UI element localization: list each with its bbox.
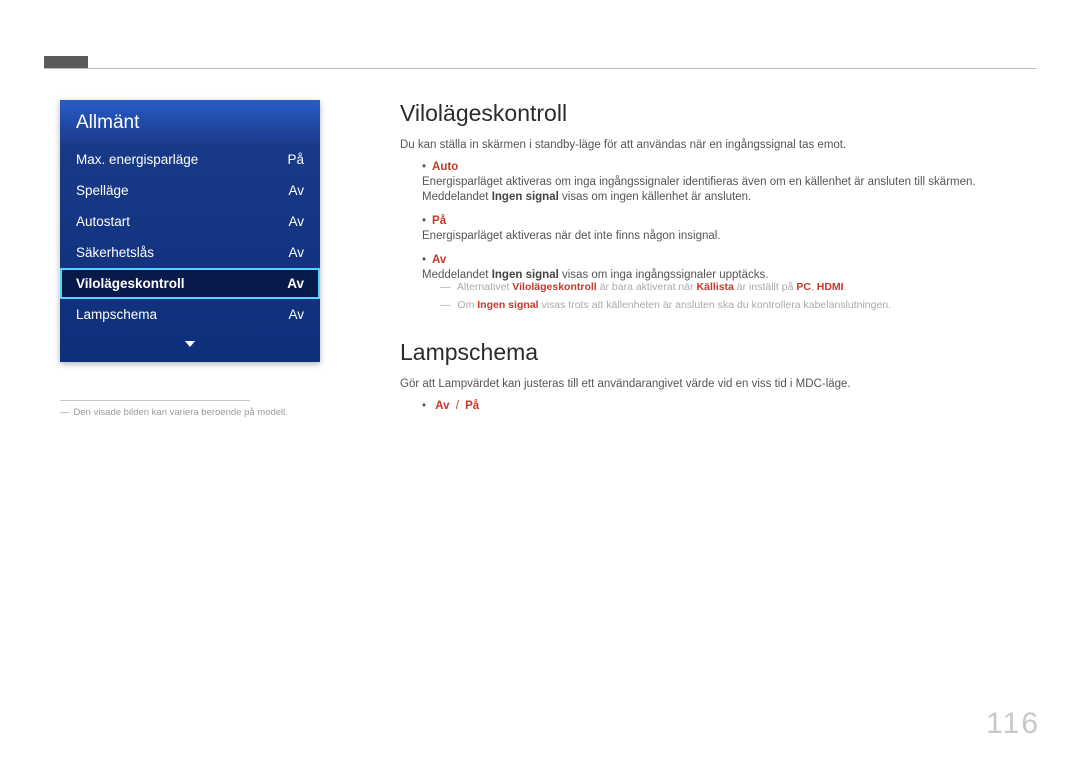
osd-item-label: Vilolägeskontroll [76,276,185,291]
bullet-key: Av [432,254,446,266]
bullet-dot-icon: • [422,215,426,227]
dash-icon: ― [60,407,70,418]
bold-term: Ingen signal [492,191,559,203]
option-sep: / [456,400,459,412]
osd-item-value: Av [287,276,304,291]
dash-icon: ― [440,299,451,311]
bullet-dot-icon: • [422,400,426,412]
osd-item-vilolageskontroll[interactable]: Vilolägeskontroll Av [60,268,320,299]
osd-item-value: Av [288,214,304,229]
osd-item-label: Autostart [76,214,130,229]
osd-item-label: Max. energisparläge [76,152,198,167]
osd-item-label: Spelläge [76,183,129,198]
chevron-down-icon [185,341,195,347]
bold-term: Ingen signal [492,269,559,281]
bullet-key: På [432,215,446,227]
bullet-head: • Av [422,254,1036,266]
footnote: ― Den visade bilden kan variera beroende … [60,407,320,418]
osd-item-value: Av [288,307,304,322]
osd-item-value: Av [288,245,304,260]
osd-item-label: Lampschema [76,307,157,322]
osd-scroll-down[interactable] [60,330,320,362]
header-tab [44,56,88,68]
header-rule [44,68,1036,69]
page-number: 116 [986,707,1040,741]
bullet-auto: • Auto Energisparläget aktiveras om inga … [422,161,1036,203]
osd-item-max-energisparlage[interactable]: Max. energisparläge På [60,144,320,175]
bullet-head: • På [422,215,1036,227]
bullet-body: Meddelandet Ingen signal visas om ingen … [422,191,1036,203]
section-heading-lampschema: Lampschema [400,339,1036,366]
section-lampschema: Lampschema Gör att Lampvärdet kan juster… [400,339,1036,412]
bullet-head: • Auto [422,161,1036,173]
bullet-av: • Av Meddelandet Ingen signal visas om in… [422,254,1036,311]
bullet-list: • Auto Energisparläget aktiveras om inga … [422,161,1036,311]
bullet-dot-icon: • [422,161,426,173]
osd-menu-title: Allmänt [60,100,320,144]
osd-item-spellage[interactable]: Spelläge Av [60,175,320,206]
osd-item-autostart[interactable]: Autostart Av [60,206,320,237]
dash-icon: ― [440,281,451,293]
footnote-rule [60,400,250,401]
footnote-text: Den visade bilden kan variera beroende p… [74,407,288,418]
section-intro: Gör att Lampvärdet kan justeras till ett… [400,378,1036,390]
option-av: Av [435,400,449,412]
note-line: ― Om Ingen signal visas trots att källen… [440,299,1036,311]
content-area: Allmänt Max. energisparläge På Spelläge … [60,100,1036,418]
note-line: ― Alternativet Vilolägeskontroll är bara… [440,281,1036,293]
option-line: • Av / På [422,400,1036,412]
bullet-key: Auto [432,161,458,173]
section-heading-vilolageskontroll: Vilolägeskontroll [400,100,1036,127]
option-pa: På [465,400,479,412]
text-column: Vilolägeskontroll Du kan ställa in skärm… [400,100,1036,418]
osd-item-label: Säkerhetslås [76,245,154,260]
osd-menu-column: Allmänt Max. energisparläge På Spelläge … [60,100,320,418]
bullet-dot-icon: • [422,254,426,266]
osd-item-value: Av [288,183,304,198]
bullet-body: Energisparläget aktiveras när det inte f… [422,230,1036,242]
osd-item-sakerhetslas[interactable]: Säkerhetslås Av [60,237,320,268]
osd-item-lampschema[interactable]: Lampschema Av [60,299,320,330]
bullet-pa: • På Energisparläget aktiveras när det in… [422,215,1036,242]
osd-item-value: På [287,152,304,167]
osd-menu: Allmänt Max. energisparläge På Spelläge … [60,100,320,362]
bullet-body: Energisparläget aktiveras om inga ingång… [422,176,1036,188]
bullet-body: Meddelandet Ingen signal visas om inga i… [422,269,1036,281]
section-intro: Du kan ställa in skärmen i standby-läge … [400,139,1036,151]
